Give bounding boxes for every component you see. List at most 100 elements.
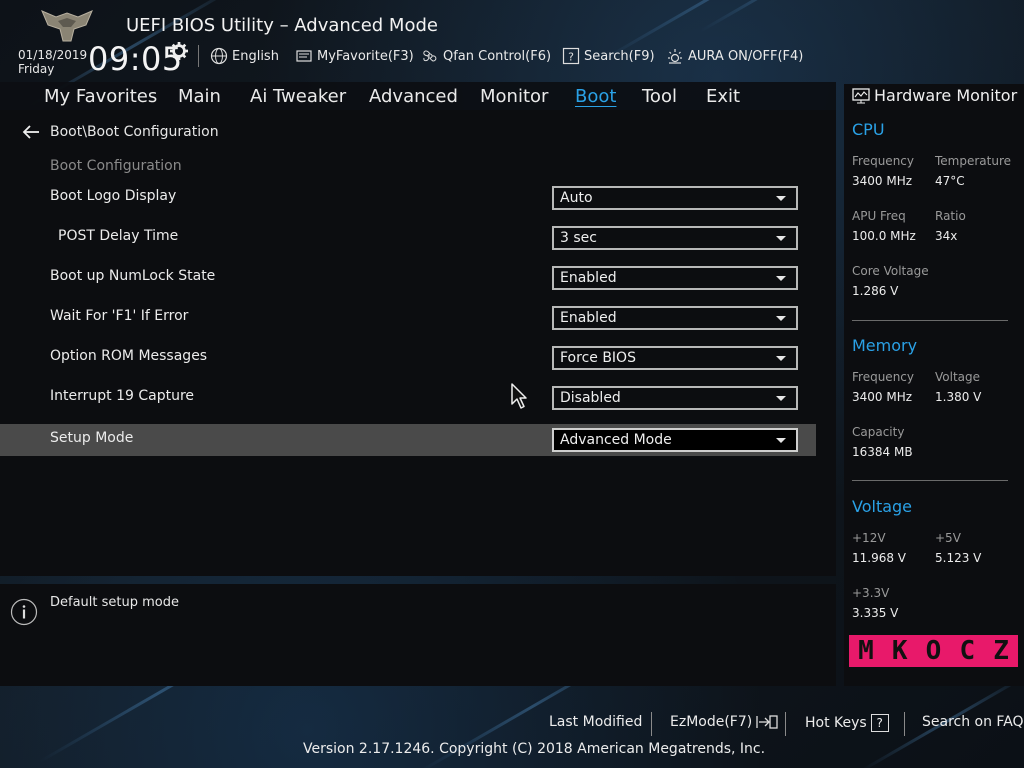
dropdown-arrow-icon [776,196,786,201]
header: UEFI BIOS Utility – Advanced Mode 01/18/… [0,0,1024,82]
date-display: 01/18/2019 Friday [18,48,87,76]
v5-value: 5.123 V [935,551,982,565]
option-rom-select[interactable]: Force BIOS [552,346,798,370]
brand-letter: K [891,636,908,666]
ezmode-label: EzMode(F7) [670,714,753,730]
mouse-pointer-icon [511,383,527,409]
qfan-control-button[interactable]: Qfan Control(F6) [421,46,551,66]
search-question-icon: ? [562,47,580,65]
search-button[interactable]: ? Search(F9) [562,46,655,66]
select-value: Force BIOS [560,350,636,366]
boot-logo-select[interactable]: Auto [552,186,798,210]
select-value: Enabled [560,310,617,326]
help-key-icon: ? [870,714,889,732]
myfavorite-button[interactable]: MyFavorite(F3) [295,46,414,66]
exit-arrow-icon [756,715,778,729]
settings-panel: Boot\Boot Configuration Boot Configurati… [0,110,836,576]
v12-value: 11.968 V [852,551,907,565]
help-text: Default setup mode [50,595,179,610]
setting-label: Interrupt 19 Capture [50,388,194,404]
dropdown-arrow-icon [776,276,786,281]
memory-capacity-label: Capacity [852,425,905,439]
last-modified-button[interactable]: Last Modified [549,714,642,730]
day-value: Friday [18,62,55,76]
monitor-icon [852,87,870,103]
select-value: Auto [560,190,593,206]
search-faq-label: Search on FAQ [922,714,1024,730]
post-delay-select[interactable]: 3 sec [552,226,798,250]
core-voltage-label: Core Voltage [852,264,929,278]
setting-label: Wait For 'F1' If Error [50,308,189,324]
setting-row-option-rom[interactable]: Option ROM Messages Force BIOS [0,342,816,374]
app-title: UEFI BIOS Utility – Advanced Mode [126,15,438,36]
dropdown-arrow-icon [776,316,786,321]
tab-main[interactable]: Main [178,86,221,107]
select-value: Disabled [560,390,621,406]
hot-keys-label: Hot Keys [805,715,867,731]
tab-my-favorites[interactable]: My Favorites [44,86,157,107]
v5-label: +5V [935,531,961,545]
footer-divider [785,712,786,736]
brand-logo: M K O C Z [849,635,1018,667]
setting-row-boot-logo[interactable]: Boot Logo Display Auto [0,182,816,214]
numlock-select[interactable]: Enabled [552,266,798,290]
info-icon [10,598,38,626]
ratio-value: 34x [935,229,958,243]
tab-monitor[interactable]: Monitor [480,86,548,107]
setting-row-numlock[interactable]: Boot up NumLock State Enabled [0,262,816,294]
tab-ai-tweaker[interactable]: Ai Tweaker [250,86,346,107]
setting-row-setup-mode[interactable]: Setup Mode Advanced Mode [0,424,816,456]
voltage-heading: Voltage [852,497,913,516]
tab-advanced[interactable]: Advanced [369,86,458,107]
favorite-icon [296,50,312,62]
myfavorite-label: MyFavorite(F3) [317,48,414,64]
memory-capacity-value: 16384 MB [852,445,913,459]
language-button[interactable]: English [210,46,279,66]
dropdown-arrow-icon [776,438,786,443]
divider [852,320,1008,321]
copyright-text: Version 2.17.1246. Copyright (C) 2018 Am… [303,741,766,757]
memory-frequency-label: Frequency [852,370,914,384]
date-value: 01/18/2019 [18,48,88,62]
tab-boot[interactable]: Boot [575,86,616,107]
cpu-frequency-label: Frequency [852,154,914,168]
hardware-monitor-label: Hardware Monitor [874,86,1018,105]
breadcrumb[interactable]: Boot\Boot Configuration [22,124,219,140]
hardware-monitor-title: Hardware Monitor [852,86,1017,105]
help-panel: Default setup mode [0,584,836,686]
dropdown-arrow-icon [776,236,786,241]
ezmode-button[interactable]: EzMode(F7) [670,714,778,730]
setting-row-post-delay[interactable]: POST Delay Time 3 sec [0,222,816,254]
setting-row-interrupt-19[interactable]: Interrupt 19 Capture Disabled [0,382,816,414]
main-nav: My Favorites Main Ai Tweaker Advanced Mo… [0,82,836,110]
hot-keys-button[interactable]: Hot Keys ? [805,714,889,732]
search-faq-button[interactable]: Search on FAQ [922,714,1024,730]
tab-exit[interactable]: Exit [706,86,740,107]
aura-label: AURA ON/OFF(F4) [688,48,804,64]
select-value: 3 sec [560,230,597,246]
gear-icon[interactable] [170,42,188,60]
globe-icon [210,47,228,65]
svg-text:?: ? [568,51,574,64]
back-arrow-icon[interactable] [22,125,40,139]
v33-label: +3.3V [852,586,890,600]
hardware-monitor-panel: Hardware Monitor CPU Frequency Temperatu… [844,84,1024,686]
tab-tool[interactable]: Tool [642,86,677,107]
apu-freq-label: APU Freq [852,209,906,223]
ratio-label: Ratio [935,209,966,223]
aura-toggle-button[interactable]: AURA ON/OFF(F4) [666,46,803,66]
brand-letter: M [858,636,874,666]
memory-voltage-value: 1.380 V [935,390,982,404]
apu-freq-value: 100.0 MHz [852,229,916,243]
select-value: Enabled [560,270,617,286]
tuf-logo [41,10,93,42]
setting-row-wait-f1[interactable]: Wait For 'F1' If Error Enabled [0,302,816,334]
memory-heading: Memory [852,336,918,355]
cpu-temperature-value: 47°C [935,174,965,188]
qfan-label: Qfan Control(F6) [443,48,552,64]
interrupt-19-select[interactable]: Disabled [552,386,798,410]
core-voltage-value: 1.286 V [852,284,899,298]
setup-mode-select[interactable]: Advanced Mode [552,428,798,452]
v12-label: +12V [852,531,886,545]
wait-f1-select[interactable]: Enabled [552,306,798,330]
